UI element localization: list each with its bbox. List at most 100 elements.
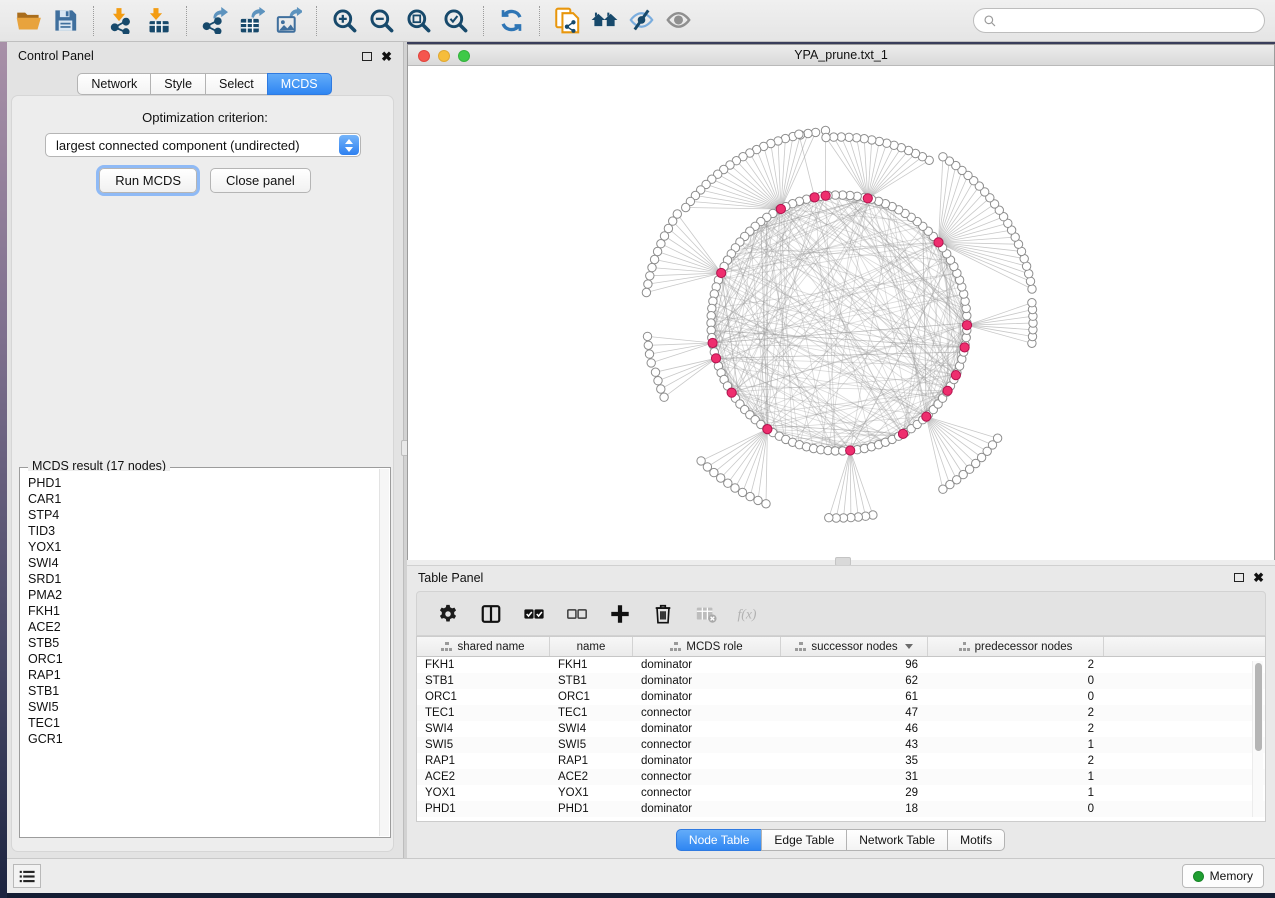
cell-predecessor-nodes: 0 [928,673,1104,689]
mcds-result-item[interactable]: SWI4 [28,555,379,571]
window-minimize-icon[interactable] [438,50,450,62]
delete-column-icon[interactable] [650,601,676,627]
cell-predecessor-nodes: 1 [928,769,1104,785]
mcds-result-list[interactable]: PHD1CAR1STP4TID3YOX1SWI4SRD1PMA2FKH1ACE2… [21,471,379,836]
hide-selected-icon[interactable] [623,4,660,38]
save-session-icon[interactable] [47,4,84,38]
search-input[interactable] [1003,14,1255,28]
table-row[interactable]: FKH1FKH1dominator962 [417,657,1265,673]
column-header-shared-name[interactable]: shared name [417,637,550,656]
mcds-result-item[interactable]: SRD1 [28,571,379,587]
table-scrollbar-thumb[interactable] [1255,663,1262,751]
select-all-icon[interactable] [521,601,547,627]
home-icon[interactable] [586,4,623,38]
mcds-result-item[interactable]: TEC1 [28,715,379,731]
close-table-panel-icon[interactable]: ✖ [1253,571,1264,584]
tab-node-table[interactable]: Node Table [676,829,763,851]
cell-MCDS-role: dominator [633,689,781,705]
delete-table-icon [693,601,719,627]
mcds-result-item[interactable]: TID3 [28,523,379,539]
mcds-result-item[interactable]: SWI5 [28,699,379,715]
table-row[interactable]: SWI4SWI4dominator462 [417,721,1265,737]
network-canvas[interactable] [408,67,1274,560]
cell-shared-name: TEC1 [417,705,550,721]
search-box[interactable] [973,8,1265,33]
open-file-icon[interactable] [10,4,47,38]
tab-edge-table[interactable]: Edge Table [761,829,847,851]
table-row[interactable]: PHD1PHD1dominator180 [417,801,1265,817]
float-panel-icon[interactable] [362,52,372,61]
settings-gear-icon[interactable] [435,601,461,627]
cell-name: YOX1 [550,785,633,801]
cell-name: FKH1 [550,657,633,673]
tab-mcds[interactable]: MCDS [267,73,332,95]
tab-select[interactable]: Select [205,73,268,95]
cell-MCDS-role: dominator [633,657,781,673]
network-window-titlebar[interactable]: YPA_prune.txt_1 [408,45,1274,66]
column-header-predecessor-nodes[interactable]: predecessor nodes [928,637,1104,656]
cell-MCDS-role: dominator [633,753,781,769]
cell-name: ORC1 [550,689,633,705]
float-table-panel-icon[interactable] [1234,573,1244,582]
column-header-successor-nodes[interactable]: successor nodes [781,637,928,656]
mcds-list-scrollbar[interactable] [379,469,389,836]
mcds-result-item[interactable]: PMA2 [28,587,379,603]
import-network-icon[interactable] [103,4,140,38]
mcds-result-item[interactable]: ACE2 [28,619,379,635]
add-column-icon[interactable] [607,601,633,627]
column-header-name[interactable]: name [550,637,633,656]
table-row[interactable]: YOX1YOX1connector291 [417,785,1265,801]
mcds-result-item[interactable]: RAP1 [28,667,379,683]
table-row[interactable]: ORC1ORC1dominator610 [417,689,1265,705]
deselect-all-icon[interactable] [564,601,590,627]
show-all-icon[interactable] [660,4,697,38]
copy-network-icon[interactable] [549,4,586,38]
cell-shared-name: ORC1 [417,689,550,705]
zoom-in-icon[interactable] [326,4,363,38]
mcds-result-item[interactable]: GCR1 [28,731,379,747]
tab-network-table[interactable]: Network Table [846,829,948,851]
mcds-result-item[interactable]: STP4 [28,507,379,523]
import-table-icon[interactable] [140,4,177,38]
column-layout-icon[interactable] [478,601,504,627]
cell-predecessor-nodes: 0 [928,689,1104,705]
table-row[interactable]: STB1STB1dominator620 [417,673,1265,689]
zoom-selected-icon[interactable] [437,4,474,38]
table-panel-title: Table Panel [418,571,483,585]
close-panel-button[interactable]: Close panel [210,168,311,193]
export-network-icon[interactable] [196,4,233,38]
zoom-out-icon[interactable] [363,4,400,38]
zoom-fit-icon[interactable] [400,4,437,38]
refresh-icon[interactable] [493,4,530,38]
tab-motifs[interactable]: Motifs [947,829,1005,851]
run-mcds-button[interactable]: Run MCDS [99,168,197,193]
window-maximize-icon[interactable] [458,50,470,62]
table-tabs: Node TableEdge TableNetwork TableMotifs [407,829,1275,851]
task-history-button[interactable] [13,864,41,888]
table-row[interactable]: TEC1TEC1connector472 [417,705,1265,721]
column-label: name [577,641,606,653]
export-table-icon[interactable] [233,4,270,38]
table-scrollbar[interactable] [1252,661,1263,817]
tab-style[interactable]: Style [150,73,206,95]
column-header-MCDS-role[interactable]: MCDS role [633,637,781,656]
mcds-result-item[interactable]: CAR1 [28,491,379,507]
cell-successor-nodes: 61 [781,689,928,705]
mcds-result-item[interactable]: STB1 [28,683,379,699]
export-image-icon[interactable] [270,4,307,38]
mcds-result-item[interactable]: FKH1 [28,603,379,619]
close-panel-icon[interactable]: ✖ [381,50,392,63]
mcds-result-item[interactable]: PHD1 [28,475,379,491]
table-row[interactable]: ACE2ACE2connector311 [417,769,1265,785]
criterion-dropdown[interactable]: largest connected component (undirected) [45,133,361,157]
mcds-result-item[interactable]: STB5 [28,635,379,651]
window-close-icon[interactable] [418,50,430,62]
table-row[interactable]: RAP1RAP1dominator352 [417,753,1265,769]
cell-successor-nodes: 35 [781,753,928,769]
column-label: successor nodes [811,641,897,653]
memory-button[interactable]: Memory [1182,864,1264,888]
tab-network[interactable]: Network [77,73,151,95]
mcds-result-item[interactable]: YOX1 [28,539,379,555]
mcds-result-item[interactable]: ORC1 [28,651,379,667]
table-row[interactable]: SWI5SWI5connector431 [417,737,1265,753]
